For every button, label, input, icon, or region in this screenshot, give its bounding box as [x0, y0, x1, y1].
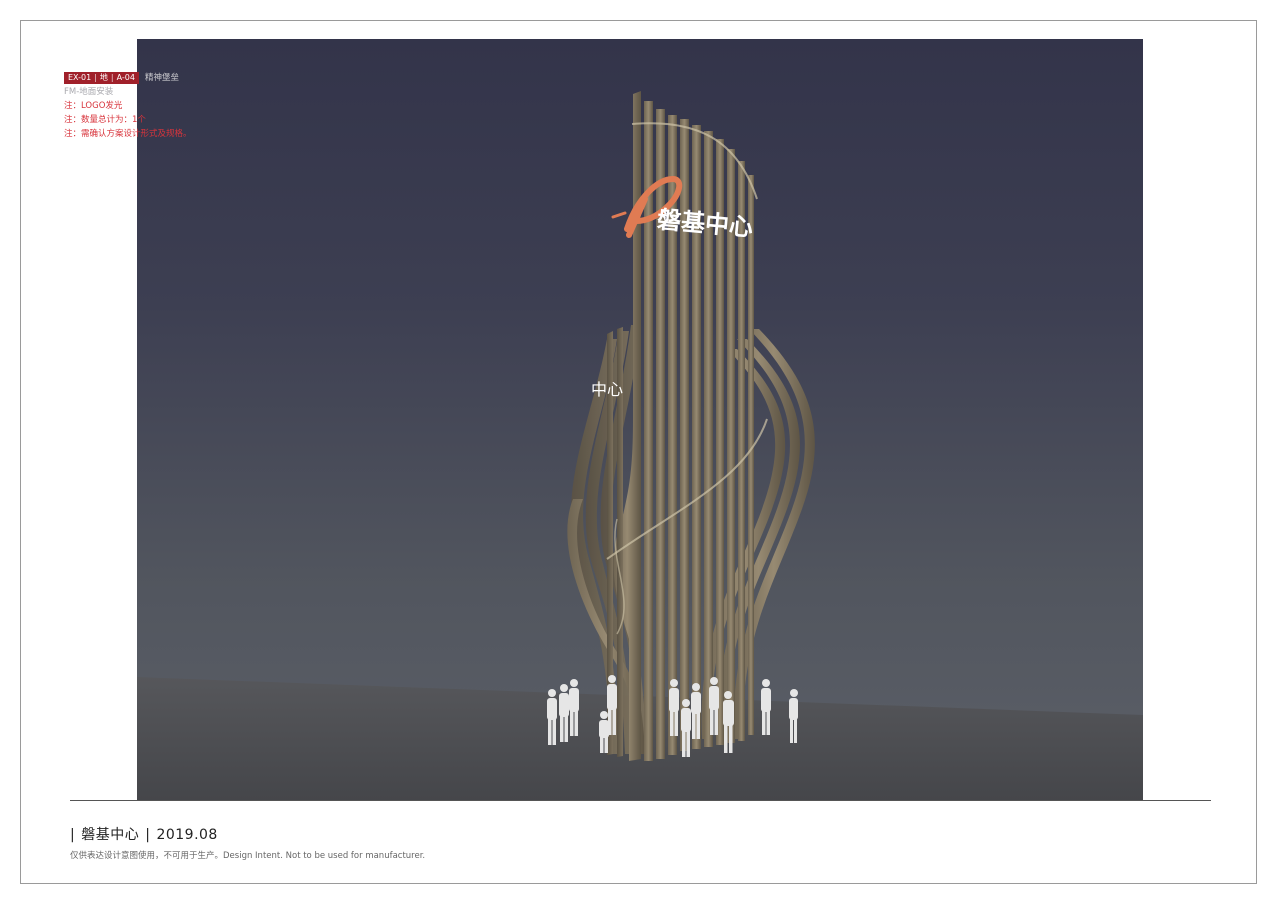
footer-bar: |: [145, 827, 151, 843]
drawing-code-row: EX-01 | 地 | A-04 精神堡垒: [64, 71, 192, 85]
footer-title: | 磐基中心 | 2019.08: [70, 824, 218, 844]
note-line-2: 注：数量总计为：1个: [64, 115, 146, 125]
footer-bar: |: [70, 827, 76, 843]
rendering-image: 磐基中心 中心: [137, 39, 1143, 801]
code-separator: |: [94, 73, 97, 82]
side-sign-text: 中心: [591, 380, 623, 399]
footer-divider: [70, 800, 1211, 801]
drawing-title: 精神堡垒: [144, 73, 179, 83]
footer-disclaimer: 仅供表达设计意图使用，不可用于生产。Design Intent. Not to …: [70, 851, 426, 861]
note-line-1: 注：LOGO发光: [64, 101, 123, 111]
install-note: FM-地面安装: [64, 87, 114, 97]
code-separator: |: [110, 73, 114, 82]
drawing-code-chip: EX-01 | 地 | A-04: [64, 72, 139, 84]
code-type: A-04: [116, 73, 135, 82]
footer-brand: 磐基中心: [81, 827, 140, 843]
footer-date: 2019.08: [156, 827, 218, 843]
annotation-notes: EX-01 | 地 | A-04 精神堡垒 FM-地面安装 注：LOGO发光 注…: [64, 71, 192, 141]
note-line-3: 注：需确认方案设计形式及规格。: [64, 129, 192, 139]
code-location: 地: [99, 73, 108, 82]
code-ex: EX-01: [68, 73, 92, 82]
